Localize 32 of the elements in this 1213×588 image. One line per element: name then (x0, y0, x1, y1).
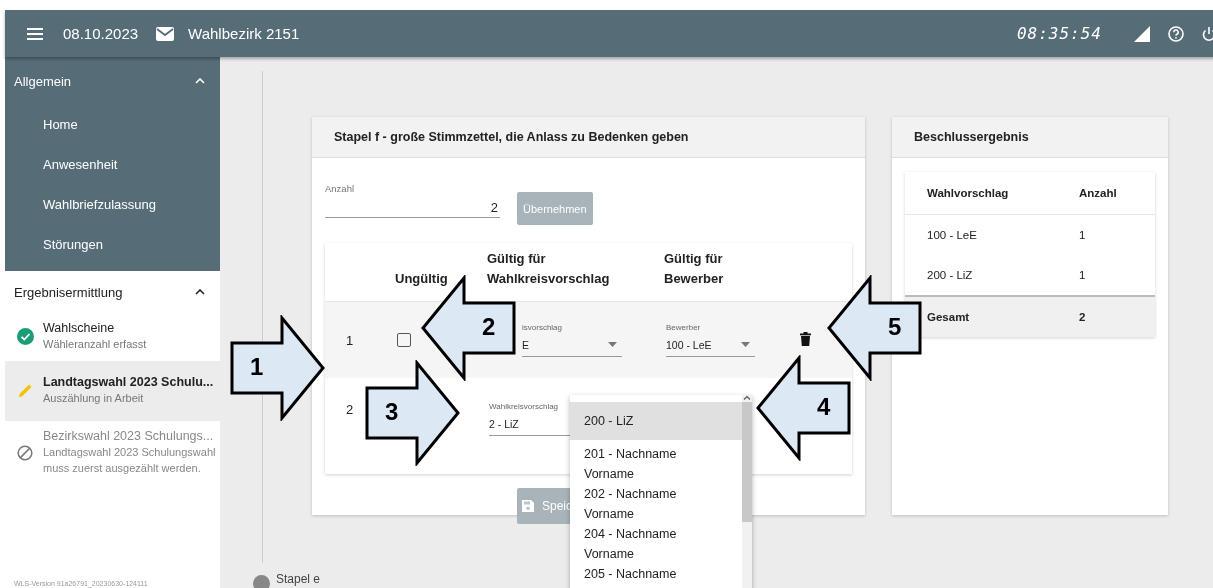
card-title: Beschlussergebnis (914, 130, 1029, 144)
card-title: Stapel f - große Stimmzettel, die Anlass zu Bedenken geben (334, 130, 689, 144)
callout-number: 1 (250, 353, 264, 381)
date-text: 08.10.2023 (63, 25, 139, 42)
step-subtitle: Wähleranzahl erfasst (43, 337, 148, 352)
column-header: Gültig für Wahlkreisvorschlag (487, 249, 611, 288)
total-value: 2 (1079, 311, 1086, 323)
step-title: Wahlscheine (43, 321, 116, 335)
column-header: Ungültig (395, 269, 449, 288)
table-cell-text: 100 - LeE (927, 229, 978, 241)
column-header: Anzahl (1079, 187, 1117, 199)
step-subtitle: Auszählung in Arbeit (43, 390, 145, 406)
step-label: Stapel e (276, 571, 321, 586)
column-header: Wahlvorschlag (927, 187, 1010, 199)
callout-number: 4 (817, 393, 831, 421)
nav-group-title: Allgemein (14, 73, 72, 89)
step-title: Landtagswahl 2023 Schulu... (43, 374, 214, 389)
table-cell-text: 200 - LiZ (927, 269, 974, 281)
callout-number: 3 (385, 398, 399, 426)
column-header: Gültig für Bewerber (664, 249, 725, 288)
row-number: 2 (346, 402, 354, 417)
row-number: 1 (346, 332, 354, 348)
clock-text: 08:35:54 (1016, 24, 1102, 43)
callout-number: 5 (888, 313, 902, 341)
step-subtitle: Landtagswahl 2023 Schulungswahl muss zuerst ausgezählt werden. (43, 444, 217, 476)
table-cell: 1 (1079, 229, 1086, 241)
table-cell: 1 (1079, 269, 1086, 281)
district-title: Wahlbezirk 2151 (188, 25, 300, 42)
nav-group-title: Ergebnisermittlung (14, 284, 123, 300)
total-label: Gesamt (927, 311, 971, 323)
callout-number: 2 (482, 313, 496, 341)
step-title: Bezirkswahl 2023 Schulungs... (43, 428, 215, 443)
